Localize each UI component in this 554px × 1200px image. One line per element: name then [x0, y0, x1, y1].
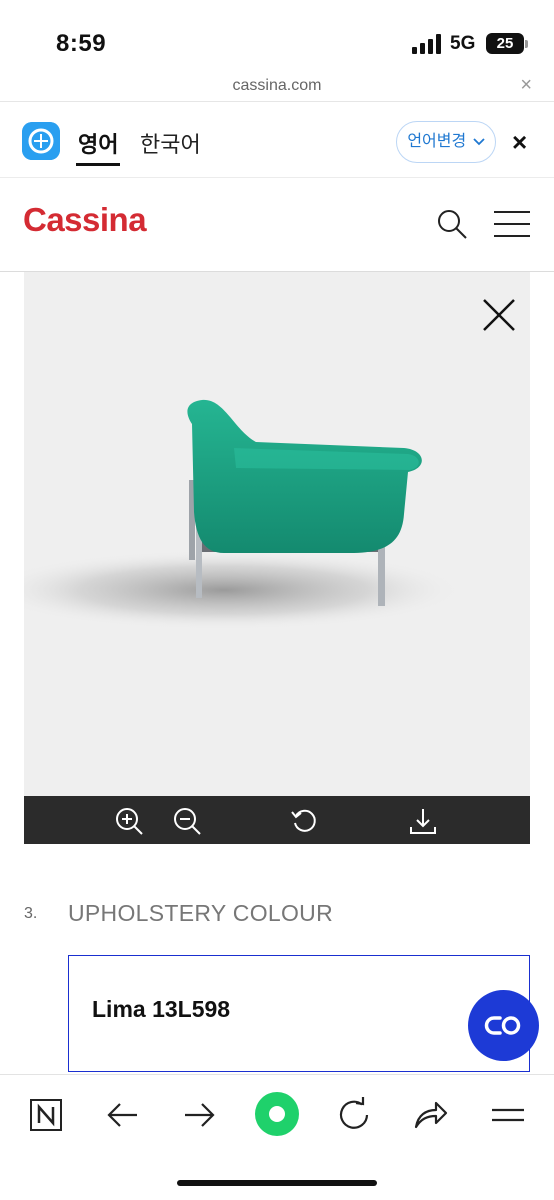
- url-text[interactable]: cassina.com: [0, 77, 554, 95]
- back-arrow-icon[interactable]: [102, 1095, 142, 1135]
- product-image: [24, 399, 464, 630]
- change-language-label: 언어변경: [407, 133, 467, 150]
- network-type: 5G: [450, 33, 476, 54]
- site-header: Cassina: [0, 178, 554, 272]
- chat-link-icon: [484, 1016, 521, 1035]
- translate-bar: 영어 한국어 언어변경 ×: [0, 103, 554, 178]
- status-time: 8:59: [56, 30, 107, 57]
- change-language-button[interactable]: 언어변경: [396, 121, 496, 163]
- hamburger-menu-icon[interactable]: [494, 210, 530, 238]
- download-icon[interactable]: [408, 806, 438, 836]
- url-close-icon[interactable]: ×: [520, 74, 532, 97]
- active-tab-underline: [76, 163, 120, 166]
- chevron-down-icon: [473, 138, 485, 146]
- naver-n-icon[interactable]: [26, 1095, 66, 1135]
- menu-icon[interactable]: [488, 1095, 528, 1135]
- product-viewer[interactable]: [24, 272, 530, 796]
- search-icon[interactable]: [436, 208, 468, 240]
- translate-app-icon[interactable]: [22, 122, 60, 160]
- reload-icon[interactable]: [334, 1095, 374, 1135]
- battery-cap: [525, 40, 528, 48]
- zoom-out-icon[interactable]: [172, 806, 202, 836]
- battery-indicator: 25: [486, 33, 524, 54]
- language-tab-korean[interactable]: 한국어: [140, 127, 201, 159]
- translate-close-icon[interactable]: ×: [512, 127, 527, 158]
- zoom-in-icon[interactable]: [114, 806, 144, 836]
- upholstery-option-selected[interactable]: Lima 13L598: [68, 955, 530, 1072]
- cassina-logo[interactable]: Cassina: [23, 201, 147, 239]
- rotate-reset-icon[interactable]: [290, 806, 320, 836]
- language-tab-english[interactable]: 영어: [78, 127, 118, 159]
- status-bar: 8:59 5G 25: [0, 0, 554, 72]
- step-title: UPHOLSTERY COLOUR: [68, 900, 333, 926]
- cellular-signal-icon: [412, 34, 441, 54]
- forward-arrow-icon[interactable]: [180, 1095, 220, 1135]
- home-indicator: [177, 1180, 377, 1186]
- chat-fab-button[interactable]: [468, 990, 539, 1061]
- green-dot-home-icon[interactable]: [254, 1091, 300, 1137]
- viewer-close-icon[interactable]: [482, 298, 516, 332]
- url-bar[interactable]: cassina.com ×: [0, 72, 554, 102]
- viewer-toolbar: [24, 796, 530, 844]
- share-icon[interactable]: [410, 1095, 450, 1135]
- step-number: 3.: [24, 905, 38, 922]
- upholstery-option-label: Lima 13L598: [92, 996, 231, 1022]
